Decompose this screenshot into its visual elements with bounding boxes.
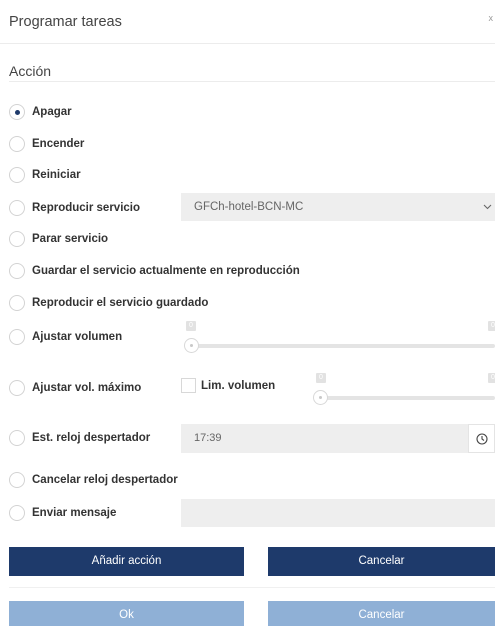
lim-volumen-label: Lim. volumen [201, 380, 276, 392]
max-volume-slider[interactable]: 0 0 [313, 373, 495, 409]
max-volume-max-label: 0 [488, 373, 495, 383]
action-option-cancelar-reloj[interactable]: Cancelar reloj despertador [9, 470, 178, 490]
clock-icon[interactable] [468, 424, 495, 453]
action-label: Apagar [32, 106, 72, 118]
action-label: Guardar el servicio actualmente en repro… [32, 265, 300, 277]
ok-button[interactable]: Ok [9, 601, 244, 626]
radio-cancelar-reloj[interactable] [9, 472, 25, 488]
action-label: Reiniciar [32, 169, 81, 181]
action-option-ajustar-volumen[interactable]: Ajustar volumen [9, 327, 122, 347]
cancel-button[interactable]: Cancelar [268, 601, 495, 626]
action-option-reloj-despertador[interactable]: Est. reloj despertador [9, 428, 150, 448]
cancel-action-button[interactable]: Cancelar [268, 547, 495, 576]
action-label: Ajustar volumen [32, 331, 123, 343]
radio-reloj-despertador[interactable] [9, 430, 25, 446]
action-option-reiniciar[interactable]: Reiniciar [9, 165, 81, 185]
close-icon[interactable]: x [489, 13, 494, 23]
action-label: Reproducir el servicio guardado [32, 297, 209, 309]
radio-reproducir-servicio[interactable] [9, 200, 25, 216]
service-select[interactable]: GFCh-hotel-BCN-MC [181, 193, 495, 221]
volume-slider-track[interactable] [189, 344, 495, 348]
volume-slider-handle[interactable] [184, 338, 199, 353]
action-label: Ajustar vol. máximo [32, 382, 142, 394]
action-label: Reproducir servicio [32, 202, 141, 214]
action-option-reproducir-servicio[interactable]: Reproducir servicio [9, 198, 140, 218]
action-option-parar-servicio[interactable]: Parar servicio [9, 229, 108, 249]
radio-ajustar-vol-maximo[interactable] [9, 380, 25, 396]
radio-guardar-servicio[interactable] [9, 263, 25, 279]
action-label: Est. reloj despertador [32, 432, 151, 444]
message-input[interactable] [181, 499, 495, 527]
action-option-reproducir-guardado[interactable]: Reproducir el servicio guardado [9, 293, 208, 313]
dialog-title: Programar tareas [9, 14, 122, 30]
add-action-button[interactable]: Añadir acción [9, 547, 244, 576]
radio-reproducir-guardado[interactable] [9, 295, 25, 311]
footer-divider [9, 587, 495, 588]
lim-volumen-checkbox[interactable] [181, 378, 196, 393]
action-option-encender[interactable]: Encender [9, 134, 84, 154]
radio-parar-servicio[interactable] [9, 231, 25, 247]
radio-enviar-mensaje[interactable] [9, 505, 25, 521]
volume-min-label: 0 [186, 321, 196, 331]
action-label: Encender [32, 138, 85, 150]
action-option-guardar-servicio[interactable]: Guardar el servicio actualmente en repro… [9, 261, 300, 281]
dialog-header: Programar tareas x [0, 0, 495, 44]
max-volume-slider-handle[interactable] [313, 390, 328, 405]
radio-encender[interactable] [9, 136, 25, 152]
section-title: Acción [9, 63, 52, 79]
radio-reiniciar[interactable] [9, 167, 25, 183]
volume-max-label: 0 [488, 321, 495, 331]
service-select-value: GFCh-hotel-BCN-MC [194, 201, 304, 213]
radio-apagar[interactable] [9, 104, 25, 120]
max-volume-min-label: 0 [316, 373, 326, 383]
section-divider [9, 81, 495, 82]
action-label: Cancelar reloj despertador [32, 474, 178, 486]
max-volume-slider-track[interactable] [319, 396, 495, 400]
chevron-down-icon [483, 193, 492, 233]
action-label: Parar servicio [32, 233, 109, 245]
action-option-ajustar-vol-maximo[interactable]: Ajustar vol. máximo [9, 378, 141, 398]
action-option-apagar[interactable]: Apagar [9, 102, 72, 122]
volume-slider[interactable]: 0 0 [183, 321, 495, 357]
radio-ajustar-volumen[interactable] [9, 329, 25, 345]
action-label: Enviar mensaje [32, 507, 117, 519]
action-option-enviar-mensaje[interactable]: Enviar mensaje [9, 503, 116, 523]
alarm-time-input[interactable]: 17:39 [181, 424, 468, 453]
